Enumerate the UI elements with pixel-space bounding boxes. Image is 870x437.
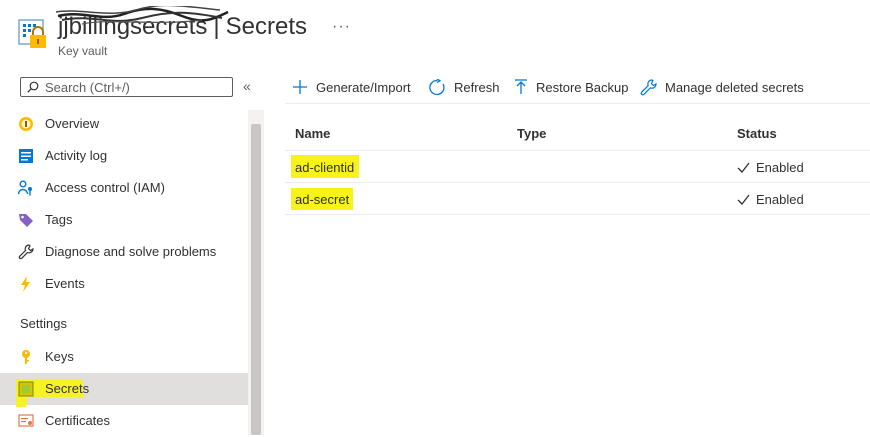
column-header-status[interactable]: Status bbox=[737, 126, 777, 141]
sidebar-item-label: Secrets bbox=[45, 381, 90, 396]
upload-icon bbox=[515, 79, 527, 94]
generate-import-label: Generate/Import bbox=[316, 79, 411, 95]
column-header-type[interactable]: Type bbox=[517, 126, 546, 141]
restore-backup-button[interactable]: Restore Backup bbox=[514, 76, 629, 98]
sidebar-item-label: Tags bbox=[45, 212, 73, 227]
sidebar-item-access-control[interactable]: Access control (IAM) bbox=[0, 172, 248, 204]
sidebar-item-events[interactable]: Events bbox=[0, 268, 248, 300]
sidebar-item-label: Overview bbox=[45, 116, 100, 131]
activity-log-icon bbox=[18, 148, 34, 164]
sidebar-item-label: Diagnose and solve problems bbox=[45, 244, 217, 259]
search-input[interactable] bbox=[45, 79, 225, 95]
search-box[interactable] bbox=[20, 77, 233, 97]
table-row[interactable]: ad-clientid Enabled bbox=[285, 151, 870, 182]
refresh-button[interactable]: Refresh bbox=[429, 76, 500, 98]
more-options-button[interactable]: ··· bbox=[332, 18, 351, 36]
row-divider bbox=[285, 214, 870, 215]
collapse-sidebar-button[interactable]: « bbox=[243, 78, 251, 94]
resource-name: jjbillingsecrets bbox=[58, 13, 208, 40]
sidebar-item-tags[interactable]: Tags bbox=[0, 204, 248, 236]
tag-icon bbox=[18, 212, 34, 228]
checkmark-icon bbox=[737, 162, 750, 173]
sidebar-item-activity-log[interactable]: Activity log bbox=[0, 140, 248, 172]
status-cell: Enabled bbox=[737, 160, 804, 175]
sidebar-item-keys[interactable]: Keys bbox=[0, 341, 248, 373]
toolbar-divider bbox=[285, 103, 870, 104]
status-cell: Enabled bbox=[737, 192, 804, 207]
key-vault-icon bbox=[18, 18, 48, 50]
page-name: Secrets bbox=[225, 13, 307, 40]
sidebar-item-label: Certificates bbox=[45, 413, 111, 428]
sidebar-item-secrets[interactable]: Secrets bbox=[0, 373, 248, 407]
sidebar-item-overview[interactable]: Overview bbox=[0, 108, 248, 140]
sidebar-item-label: Activity log bbox=[45, 148, 108, 163]
checkmark-icon bbox=[737, 194, 750, 205]
refresh-label: Refresh bbox=[454, 79, 500, 95]
sidebar-scrollbar-thumb[interactable] bbox=[251, 124, 261, 435]
status-text: Enabled bbox=[756, 160, 804, 175]
status-text: Enabled bbox=[756, 192, 804, 207]
manage-deleted-secrets-button[interactable]: Manage deleted secrets bbox=[640, 76, 804, 98]
refresh-icon bbox=[429, 78, 445, 95]
restore-backup-label: Restore Backup bbox=[536, 79, 629, 95]
sidebar-item-label: Events bbox=[45, 276, 85, 291]
wrench-icon bbox=[640, 78, 657, 95]
wrench-icon bbox=[18, 244, 34, 260]
lightning-icon bbox=[18, 276, 34, 292]
plus-icon bbox=[293, 80, 307, 94]
sidebar-item-diagnose[interactable]: Diagnose and solve problems bbox=[0, 236, 248, 268]
key-icon bbox=[18, 349, 34, 365]
sidebar-item-label: Keys bbox=[45, 349, 74, 364]
page-title: jjbillingsecrets | Secrets bbox=[58, 12, 307, 42]
generate-import-button[interactable]: Generate/Import bbox=[292, 76, 411, 98]
title-separator: | bbox=[213, 13, 220, 40]
sidebar-item-label: Access control (IAM) bbox=[45, 180, 165, 195]
resource-type: Key vault bbox=[58, 44, 108, 58]
search-icon bbox=[27, 81, 39, 93]
secret-name-link[interactable]: ad-secret bbox=[295, 192, 349, 207]
iam-icon bbox=[17, 180, 34, 196]
secret-name-link[interactable]: ad-clientid bbox=[295, 160, 354, 175]
secret-icon bbox=[18, 381, 34, 397]
settings-section-heading: Settings bbox=[20, 316, 67, 331]
overview-icon bbox=[18, 116, 34, 132]
column-header-name[interactable]: Name bbox=[295, 126, 330, 141]
table-row[interactable]: ad-secret Enabled bbox=[285, 183, 870, 214]
certificate-icon bbox=[18, 413, 34, 429]
manage-deleted-label: Manage deleted secrets bbox=[665, 79, 804, 95]
sidebar-item-certificates[interactable]: Certificates bbox=[0, 405, 248, 437]
